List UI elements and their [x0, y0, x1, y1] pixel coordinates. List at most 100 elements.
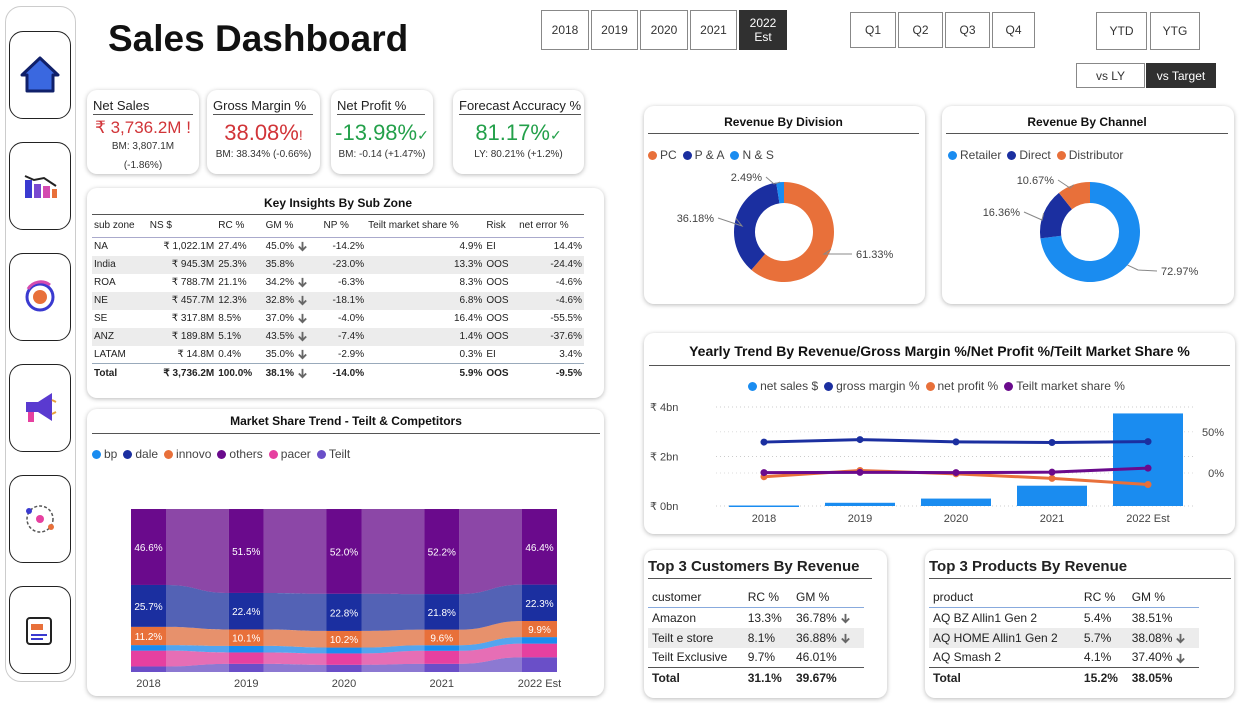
col-customer[interactable]: customer	[648, 588, 744, 608]
table-row[interactable]: Amazon 13.3% 36.78%	[648, 608, 864, 628]
line-point[interactable]	[760, 469, 768, 477]
table-total-row: Total 31.1% 39.67%	[648, 667, 864, 688]
donut-slice[interactable]	[734, 182, 780, 270]
bar-net-sales[interactable]	[1017, 485, 1087, 506]
segment-pacer[interactable]	[326, 653, 362, 665]
y-tick-right: 0%	[1208, 468, 1224, 480]
nav-supply-chain-button[interactable]	[9, 475, 71, 563]
cell-market-share: 5.9%	[366, 363, 485, 384]
bar-net-sales[interactable]	[825, 502, 895, 506]
table-row[interactable]: ANZ ₹ 189.8M 5.1% 43.5% -7.4% 1.4% OOS -37.6%	[92, 327, 584, 346]
period-ytg-button[interactable]: YTG	[1150, 12, 1200, 50]
year-filter-2021[interactable]: 2021	[690, 10, 737, 50]
segment-pacer[interactable]	[424, 650, 460, 664]
bar-net-sales[interactable]	[729, 505, 799, 508]
segment-pacer[interactable]	[131, 650, 166, 667]
table-row[interactable]: AQ HOME Allin1 Gen 2 5.7% 38.08%	[929, 627, 1199, 648]
table-row[interactable]: Teilt Exclusive 9.7% 46.01%	[648, 648, 864, 668]
col-rc[interactable]: RC %	[216, 216, 264, 238]
slice-label: 36.18%	[677, 213, 715, 225]
cell-np: -7.4%	[321, 327, 367, 346]
segment-pacer[interactable]	[522, 643, 557, 658]
quarter-filter-q1[interactable]: Q1	[850, 12, 896, 48]
segment-bp[interactable]	[131, 645, 166, 651]
cell-gm: 39.67%	[791, 667, 864, 688]
down-arrow-icon	[298, 369, 307, 379]
nav-sales-button[interactable]	[9, 142, 71, 230]
segment-teilt[interactable]	[522, 657, 557, 672]
bar-net-sales[interactable]	[921, 498, 991, 506]
nav-marketing-button[interactable]	[9, 364, 71, 452]
table-row[interactable]: SE ₹ 317.8M 8.5% 37.0% -4.0% 16.4% OOS -55.5%	[92, 310, 584, 328]
down-arrow-icon	[298, 349, 307, 360]
segment-bp[interactable]	[424, 645, 460, 651]
quarter-filter-q2[interactable]: Q2	[898, 12, 943, 48]
bar-net-sales[interactable]	[1113, 413, 1183, 506]
table-row[interactable]: AQ BZ Allin1 Gen 2 5.4% 38.51%	[929, 608, 1199, 628]
table-row[interactable]: NA ₹ 1,022.1M 27.4% 45.0% -14.2% 4.9% EI 14.4%	[92, 238, 584, 256]
y-tick-left: ₹ 4bn	[650, 402, 678, 414]
line-point[interactable]	[1144, 481, 1152, 489]
cell-risk: OOS	[484, 327, 518, 346]
segment-bp[interactable]	[228, 645, 264, 653]
nav-report-button[interactable]	[9, 586, 71, 674]
segment-teilt[interactable]	[131, 666, 166, 672]
col-gm[interactable]: GM %	[263, 216, 322, 238]
col-ns[interactable]: NS $	[147, 216, 217, 238]
segment-teilt[interactable]	[326, 664, 362, 672]
table-row[interactable]: Teilt e store 8.1% 36.88%	[648, 627, 864, 648]
table-row[interactable]: LATAM ₹ 14.8M 0.4% 35.0% -2.9% 0.3% EI 3.4%	[92, 346, 584, 364]
kpi-benchmark: BM: -0.14 (+1.47%)	[338, 149, 426, 160]
ribbon-others	[459, 509, 522, 595]
compare-vs-target-button[interactable]: vs Target	[1146, 63, 1216, 88]
compare-vs-ly-button[interactable]: vs LY	[1076, 63, 1145, 88]
segment-bp[interactable]	[326, 647, 362, 654]
leader-line	[1127, 264, 1158, 272]
period-ytd-button[interactable]: YTD	[1096, 12, 1147, 50]
year-filter-2022-est[interactable]: 2022 Est	[739, 10, 787, 50]
year-filter-2019[interactable]: 2019	[591, 10, 638, 50]
cell-name: Teilt e store	[648, 627, 744, 648]
line-point[interactable]	[952, 469, 960, 477]
line-point[interactable]	[1048, 468, 1056, 476]
down-arrow-icon	[840, 633, 850, 644]
year-filter-2020[interactable]: 2020	[640, 10, 688, 50]
table-row[interactable]: India ₹ 945.3M 25.3% 35.8% -23.0% 13.3% OOS -24…	[92, 255, 584, 274]
col-net-error[interactable]: net error %	[517, 216, 584, 238]
segment-label: 52.2%	[428, 548, 456, 559]
x-tick: 2020	[332, 678, 356, 690]
segment-teilt[interactable]	[228, 663, 264, 672]
table-row[interactable]: AQ Smash 2 4.1% 37.40%	[929, 648, 1199, 668]
col-risk[interactable]: Risk	[484, 216, 518, 238]
line-point[interactable]	[952, 438, 960, 446]
table-row[interactable]: Total ₹ 3,736.2M 100.0% 38.1% -14.0% 5.9% OOS -…	[92, 363, 584, 384]
col-gm[interactable]: GM %	[1127, 588, 1199, 608]
segment-pacer[interactable]	[228, 652, 264, 664]
nav-home-button[interactable]	[9, 31, 71, 119]
col-rc[interactable]: RC %	[1079, 588, 1128, 608]
col-product[interactable]: product	[929, 588, 1080, 608]
line-point[interactable]	[760, 438, 768, 446]
line-point[interactable]	[1144, 464, 1152, 472]
col-market-share[interactable]: Teilt market share %	[366, 216, 485, 238]
table-row[interactable]: NE ₹ 457.7M 12.3% 32.8% -18.1% 6.8% OOS -4.6%	[92, 291, 584, 310]
cell-rc: 12.3%	[216, 291, 264, 310]
line-point[interactable]	[1048, 474, 1056, 482]
col-sub-zone[interactable]: sub zone	[92, 216, 148, 238]
quarter-filter-q3[interactable]: Q3	[945, 12, 990, 48]
table-row[interactable]: ROA ₹ 788.7M 21.1% 34.2% -6.3% 8.3% OOS -4.6%	[92, 274, 584, 292]
line-point[interactable]	[1144, 438, 1152, 446]
cell-np: -18.1%	[321, 291, 367, 310]
col-rc[interactable]: RC %	[743, 588, 792, 608]
segment-bp[interactable]	[522, 637, 557, 644]
x-tick: 2022 Est	[1126, 513, 1169, 525]
col-gm[interactable]: GM %	[791, 588, 864, 608]
line-point[interactable]	[1048, 438, 1056, 446]
col-np[interactable]: NP %	[321, 216, 367, 238]
quarter-filter-q4[interactable]: Q4	[992, 12, 1035, 48]
nav-finance-button[interactable]	[9, 253, 71, 341]
year-filter-2018[interactable]: 2018	[541, 10, 589, 50]
line-point[interactable]	[856, 436, 864, 444]
segment-teilt[interactable]	[424, 663, 460, 672]
line-point[interactable]	[856, 468, 864, 476]
